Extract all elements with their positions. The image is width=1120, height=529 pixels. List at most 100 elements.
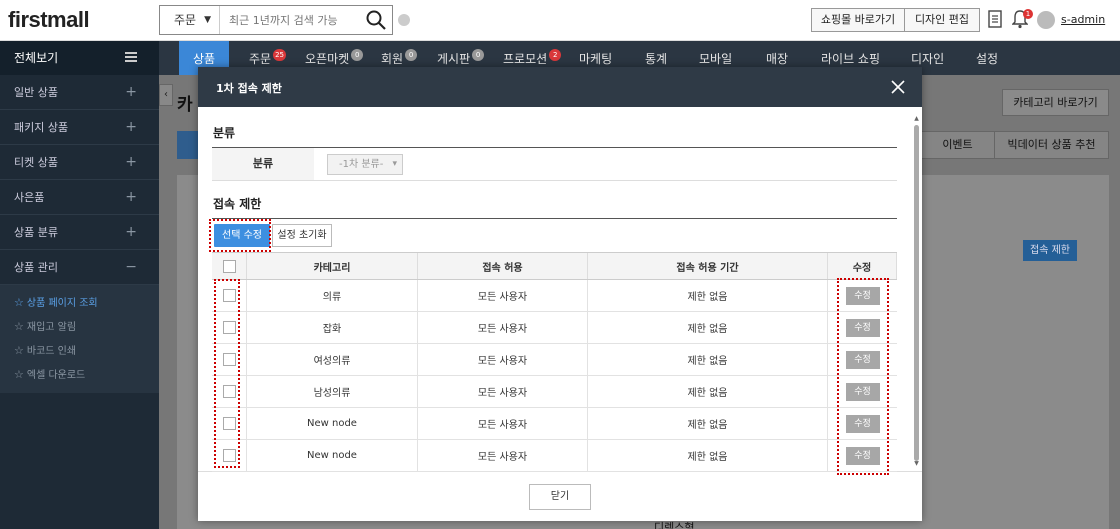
tab-event[interactable]: 이벤트 [920, 131, 995, 159]
sidebar-item-label: 티켓 상품 [14, 156, 58, 169]
access-limit-button[interactable]: 접속 제한 [1023, 240, 1077, 261]
top-header: firstmall 주문 ▼ 쇼핑몰 바로가기 디자인 편집 1 s-admin [0, 0, 1120, 41]
sidebar-item-ticket[interactable]: 티켓 상품 + [0, 145, 159, 180]
category-cell: 의류 [247, 280, 418, 311]
modal-header: 1차 접속 제한 [198, 67, 922, 107]
category-cell: 잡화 [247, 312, 418, 343]
document-icon[interactable] [988, 10, 1002, 28]
nav-badge: 2 [549, 49, 562, 61]
nav-item-settings[interactable]: 설정 [976, 41, 998, 75]
tab-bigdata[interactable]: 빅데이터 상품 추천 [994, 131, 1109, 159]
search-scope-select[interactable]: 주문 ▼ [160, 6, 220, 34]
search-icon[interactable] [365, 9, 387, 31]
sidebar-item-label: 상품 관리 [14, 261, 58, 274]
sidebar-item-label: 일반 상품 [14, 86, 58, 99]
plus-icon: + [125, 224, 137, 240]
column-header: 접속 허용 기간 [588, 253, 828, 279]
period-cell: 제한 없음 [588, 376, 828, 407]
nav-badge: 0 [351, 49, 364, 61]
permission-cell: 모든 사용자 [418, 344, 588, 375]
sidebar-view-all[interactable]: 전체보기 [0, 41, 159, 75]
period-cell: 제한 없음 [588, 312, 828, 343]
page-title: 카 [177, 95, 193, 115]
select-all-checkbox[interactable] [222, 259, 236, 273]
table-row: New node 모든 사용자 제한 없음 수정 [212, 408, 897, 440]
collapse-arrow-icon[interactable]: ‹ [159, 84, 173, 106]
design-edit-button[interactable]: 디자인 편집 [904, 8, 980, 32]
plus-icon: + [125, 154, 137, 170]
star-icon: ☆ [14, 368, 24, 381]
modal-title: 1차 접속 제한 [216, 82, 282, 95]
nav-item-label: 통계 [645, 52, 668, 66]
sidebar-sub-item-label: 재입고 알림 [26, 322, 77, 333]
scroll-up-icon[interactable]: ▲ [913, 115, 920, 122]
permission-cell: 모든 사용자 [418, 376, 588, 407]
column-header: 수정 [828, 253, 897, 279]
category-cell: 남성의류 [247, 376, 418, 407]
nav-item-label: 주문 [249, 52, 272, 66]
nav-badge: 0 [472, 49, 485, 61]
search-scope-label: 주문 [174, 13, 197, 27]
sidebar-item-label: 사은품 [14, 191, 45, 204]
close-button[interactable]: 닫기 [529, 484, 591, 510]
avatar[interactable] [1037, 11, 1055, 29]
table-row: 의류 모든 사용자 제한 없음 수정 [212, 280, 897, 312]
reset-settings-button[interactable]: 설정 초기화 [272, 224, 332, 247]
plus-icon: + [125, 189, 137, 205]
sidebar-item-label: 상품 분류 [14, 226, 58, 239]
sidebar-sub-item[interactable]: ☆ 엑셀 다운로드 [0, 363, 159, 387]
category-view-button[interactable]: 카테고리 바로가기 [1002, 89, 1109, 116]
classification-select[interactable]: -1차 분류- ▾ [327, 154, 403, 175]
category-cell: 여성의류 [247, 344, 418, 375]
sidebar-item-category[interactable]: 상품 분류 + [0, 215, 159, 250]
table-row: 잡화 모든 사용자 제한 없음 수정 [212, 312, 897, 344]
search-input[interactable] [221, 6, 361, 34]
nav-item-label: 디자인 [911, 52, 945, 66]
sidebar-submenu: ☆ 상품 페이지 조회 ☆ 재입고 알림 ☆ 바코드 인쇄 ☆ 엑셀 다운로드 [0, 285, 159, 393]
user-name[interactable]: s-admin [1061, 13, 1105, 26]
classification-select-value: -1차 분류- [339, 159, 384, 170]
table-row: 남성의류 모든 사용자 제한 없음 수정 [212, 376, 897, 408]
sidebar-sub-item-label: 바코드 인쇄 [26, 346, 77, 357]
sidebar-sub-item-label: 상품 페이지 조회 [26, 298, 98, 309]
shop-link-button[interactable]: 쇼핑몰 바로가기 [811, 8, 905, 32]
clear-icon[interactable] [398, 14, 410, 26]
plus-icon: + [125, 119, 137, 135]
category-cell: New node [247, 440, 418, 471]
notification-badge: 1 [1023, 9, 1033, 19]
plus-icon: + [125, 84, 137, 100]
section-title-classification: 분류 [213, 126, 236, 140]
close-icon[interactable] [890, 79, 906, 95]
highlight-box [214, 279, 240, 468]
header-checkbox-cell [212, 253, 247, 279]
star-icon: ☆ [14, 320, 24, 333]
period-cell: 제한 없음 [588, 408, 828, 439]
highlight-box [837, 278, 889, 475]
active-tab-marker [177, 131, 199, 159]
sidebar-view-all-label: 전체보기 [14, 51, 59, 65]
scroll-down-icon[interactable]: ▼ [913, 460, 920, 467]
sidebar-item-gift[interactable]: 사은품 + [0, 180, 159, 215]
sidebar-item-label: 패키지 상품 [14, 121, 69, 134]
firstmall-logo[interactable]: firstmall [8, 7, 90, 33]
sidebar-item-general[interactable]: 일반 상품 + [0, 75, 159, 110]
highlight-box [209, 219, 271, 252]
table-row: New node 모든 사용자 제한 없음 수정 [212, 440, 897, 472]
nav-item-label: 라이브 쇼핑 [821, 52, 881, 66]
nav-badge: 25 [273, 49, 287, 61]
minus-icon: − [125, 259, 137, 275]
scrollbar[interactable]: ▲ ▼ [913, 115, 920, 467]
sidebar-sub-item-label: 엑셀 다운로드 [26, 370, 86, 381]
sidebar-sub-item[interactable]: ☆ 재입고 알림 [0, 315, 159, 339]
scroll-thumb[interactable] [914, 125, 919, 461]
permission-cell: 모든 사용자 [418, 312, 588, 343]
nav-item-label: 오픈마켓 [305, 52, 350, 66]
sidebar-item-package[interactable]: 패키지 상품 + [0, 110, 159, 145]
chevron-down-icon: ▾ [392, 159, 397, 169]
sidebar-item-management[interactable]: 상품 관리 − [0, 250, 159, 285]
hamburger-icon[interactable] [125, 52, 137, 62]
nav-badge: 0 [405, 49, 418, 61]
sidebar-sub-item[interactable]: ☆ 상품 페이지 조회 [0, 291, 159, 315]
table-header: 카테고리 접속 허용 접속 허용 기간 수정 [212, 252, 897, 280]
sidebar-sub-item[interactable]: ☆ 바코드 인쇄 [0, 339, 159, 363]
